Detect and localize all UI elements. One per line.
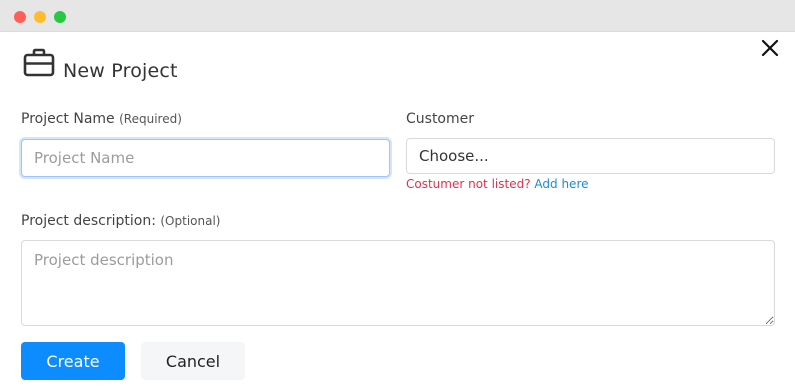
project-name-label: Project Name (Required) bbox=[21, 111, 182, 127]
customer-label: Customer bbox=[406, 111, 475, 127]
optional-qualifier: (Optional) bbox=[160, 214, 221, 228]
briefcase-icon bbox=[23, 48, 55, 77]
customer-hint: Costumer not listed? Add here bbox=[406, 177, 589, 191]
window-titlebar bbox=[0, 0, 795, 32]
required-qualifier: (Required) bbox=[119, 112, 182, 126]
project-name-input[interactable] bbox=[21, 139, 390, 177]
window-minimize-button[interactable] bbox=[34, 11, 46, 23]
close-icon[interactable] bbox=[760, 38, 780, 58]
project-description-input[interactable] bbox=[21, 240, 775, 326]
create-button[interactable]: Create bbox=[21, 342, 125, 380]
add-customer-link[interactable]: Add here bbox=[534, 177, 588, 191]
cancel-button[interactable]: Cancel bbox=[141, 342, 245, 380]
customer-select-value: Choose... bbox=[419, 147, 489, 165]
dialog-title: New Project bbox=[63, 60, 178, 82]
description-label-text: Project description: bbox=[21, 213, 156, 229]
project-name-label-text: Project Name bbox=[21, 111, 115, 127]
window-close-button[interactable] bbox=[14, 11, 26, 23]
customer-not-listed-text: Costumer not listed? bbox=[406, 177, 531, 191]
customer-select[interactable]: Choose... bbox=[406, 138, 775, 174]
window-maximize-button[interactable] bbox=[54, 11, 66, 23]
description-label: Project description: (Optional) bbox=[21, 213, 220, 229]
